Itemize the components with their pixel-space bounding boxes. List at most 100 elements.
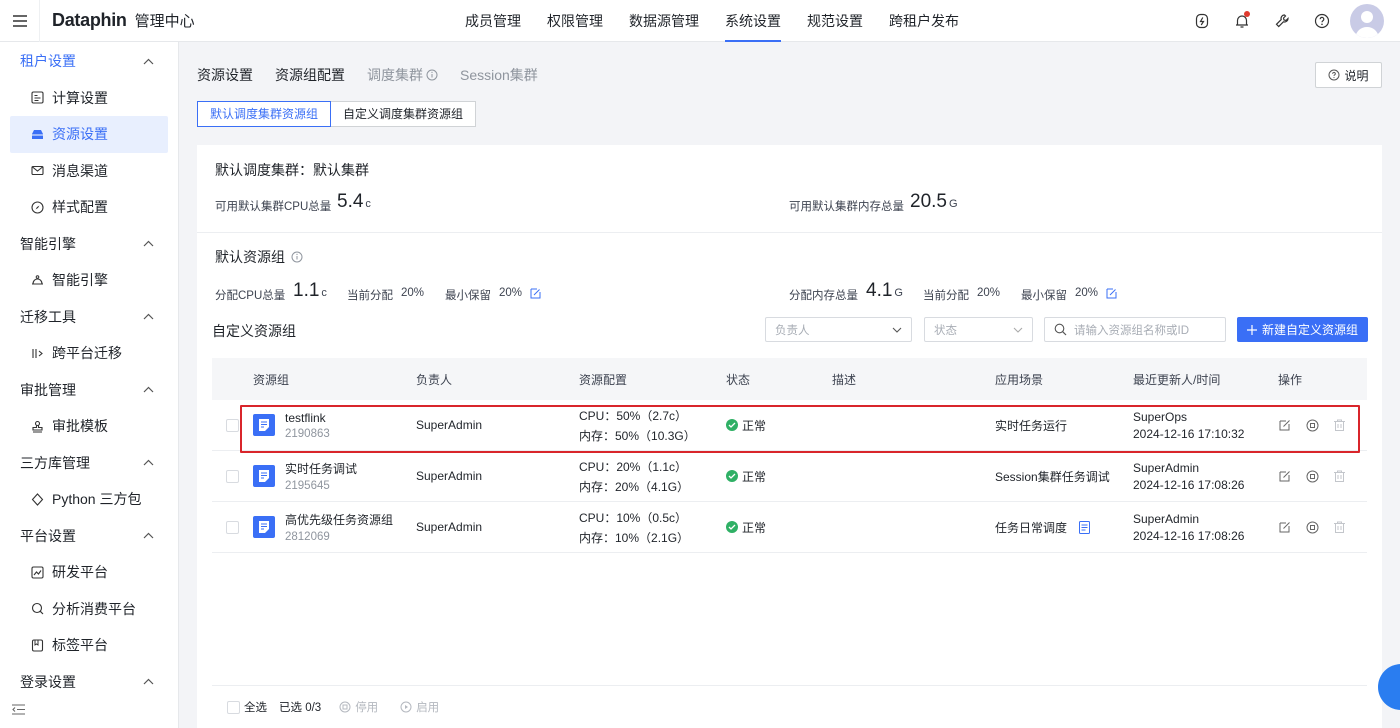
migrate-icon: [30, 346, 44, 360]
sidebar-item-cross-platform[interactable]: 跨平台迁移: [10, 335, 168, 372]
disable-button[interactable]: 停用: [339, 699, 378, 715]
mem-config: 内存：20%（4.1G）: [579, 479, 690, 494]
sidebar-item-style[interactable]: 样式配置: [10, 189, 168, 226]
tab-scheduling-cluster[interactable]: 调度集群: [367, 64, 438, 86]
brand[interactable]: Dataphin 管理中心: [52, 10, 195, 31]
disable-icon: [339, 701, 351, 713]
sidebar-item-analytics-platform[interactable]: 分析消费平台: [10, 591, 168, 628]
sidebar-item-tag-platform[interactable]: 标签平台: [10, 627, 168, 664]
mem-min-reserve-value: 20%: [1075, 287, 1099, 299]
status-filter[interactable]: 状态: [924, 317, 1033, 342]
default-group-title: 默认资源组: [215, 247, 303, 267]
edit-icon[interactable]: [530, 288, 541, 299]
sidebar-group-engine[interactable]: 智能引擎: [0, 226, 178, 263]
engine-icon: [30, 273, 44, 287]
sidebar-group-tenant[interactable]: 租户设置: [0, 43, 178, 80]
enable-button[interactable]: 启用: [400, 699, 439, 715]
document-icon[interactable]: [1079, 520, 1091, 534]
mem-config: 内存：10%（2.1G）: [579, 530, 690, 545]
edit-icon[interactable]: [1106, 288, 1117, 299]
default-cluster-groups-button[interactable]: 默认调度集群资源组: [197, 101, 332, 127]
sidebar-group-label: 审批管理: [20, 381, 76, 398]
sidebar-group-approval[interactable]: 审批管理: [0, 372, 178, 409]
sidebar-item-approval-template[interactable]: 审批模板: [10, 408, 168, 445]
col-status: 状态: [726, 372, 751, 387]
chevron-up-icon: [143, 386, 154, 393]
sidebar-item-dev-platform[interactable]: 研发平台: [10, 554, 168, 591]
search-input[interactable]: 请输入资源组名称或ID: [1044, 317, 1226, 342]
row-checkbox[interactable]: [226, 418, 239, 432]
menu-icon[interactable]: [0, 0, 40, 42]
nav-members[interactable]: 成员管理: [452, 0, 534, 42]
group-id: 2812069: [285, 531, 330, 543]
alloc-mem-unit: G: [894, 287, 903, 299]
col-owner: 负责人: [416, 372, 453, 387]
sidebar-item-compute[interactable]: 计算设置: [10, 80, 168, 117]
stamp-icon: [30, 419, 44, 433]
alloc-mem-number: 4.1: [866, 280, 893, 301]
sidebar-group-label: 三方库管理: [20, 454, 90, 471]
edit-icon[interactable]: [1278, 469, 1292, 483]
table-row[interactable]: 实时任务调试 2195645 SuperAdmin CPU：20%（1.1c） …: [212, 451, 1367, 502]
alloc-mem-value: 4.1 G: [866, 280, 903, 302]
sidebar-item-python[interactable]: Python 三方包: [10, 481, 168, 518]
help-button[interactable]: 说明: [1315, 62, 1382, 88]
row-checkbox[interactable]: [226, 520, 239, 534]
user-avatar[interactable]: [1350, 4, 1384, 38]
tab-session-cluster[interactable]: Session集群: [460, 64, 538, 86]
custom-cluster-groups-button[interactable]: 自定义调度集群资源组: [331, 101, 477, 127]
chart-icon: [30, 565, 44, 579]
sidebar-item-label: 计算设置: [52, 89, 108, 106]
row-checkbox[interactable]: [226, 469, 239, 483]
sidebar-item-smart-engine[interactable]: 智能引擎: [10, 262, 168, 299]
sidebar-item-label: 资源设置: [52, 126, 108, 143]
sidebar-item-resource[interactable]: 资源设置: [10, 116, 168, 153]
status-cell: 正常: [726, 502, 766, 552]
tab-resource-group-config[interactable]: 资源组配置: [275, 64, 345, 86]
sidebar-group-label: 平台设置: [20, 527, 76, 544]
sidebar-group-platform[interactable]: 平台设置: [0, 518, 178, 555]
python-icon: [30, 492, 44, 506]
help-icon[interactable]: [1302, 0, 1342, 42]
group-name[interactable]: 高优先级任务资源组: [285, 511, 393, 528]
table-row[interactable]: 高优先级任务资源组 2812069 SuperAdmin CPU：10%（0.5…: [212, 502, 1367, 553]
status-text: 正常: [742, 469, 767, 484]
edit-icon[interactable]: [1278, 520, 1292, 534]
info-icon[interactable]: [291, 251, 303, 263]
table-footer: 全选 已选 0/3 停用 启用: [212, 685, 1367, 728]
delete-icon[interactable]: [1332, 469, 1346, 483]
disable-icon[interactable]: [1305, 520, 1319, 534]
new-custom-group-button[interactable]: 新建自定义资源组: [1237, 317, 1368, 342]
bell-icon[interactable]: [1222, 0, 1262, 42]
sidebar-item-label: 跨平台迁移: [52, 345, 122, 362]
sidebar-group-login[interactable]: 登录设置: [0, 664, 178, 701]
sidebar-item-label: 消息渠道: [52, 162, 108, 179]
group-name[interactable]: 实时任务调试: [285, 460, 357, 477]
sidebar-group-migration[interactable]: 迁移工具: [0, 299, 178, 336]
disable-icon[interactable]: [1305, 469, 1319, 483]
nav-datasource[interactable]: 数据源管理: [616, 0, 712, 42]
sidebar-item-message[interactable]: 消息渠道: [10, 153, 168, 190]
col-actions: 操作: [1278, 372, 1303, 387]
collapse-sidebar-icon[interactable]: [12, 703, 25, 718]
col-scene: 应用场景: [995, 372, 1044, 387]
nav-permissions[interactable]: 权限管理: [534, 0, 616, 42]
alloc-cpu-value: 1.1 c: [293, 280, 327, 302]
config-cell: CPU：20%（1.1c） 内存：20%（4.1G）: [579, 451, 689, 501]
tab-resource-settings[interactable]: 资源设置: [197, 64, 253, 86]
resource-icon: [30, 127, 44, 141]
nav-standards[interactable]: 规范设置: [794, 0, 876, 42]
owner-filter[interactable]: 负责人: [765, 317, 912, 342]
cpu-number: 5.4: [337, 191, 364, 212]
wrench-icon[interactable]: [1262, 0, 1302, 42]
updater: SuperAdmin: [1133, 511, 1200, 526]
cloud-bolt-icon[interactable]: [1182, 0, 1222, 42]
cluster-type-switch: 默认调度集群资源组 自定义调度集群资源组: [197, 101, 477, 127]
config-cell: CPU：10%（0.5c） 内存：10%（2.1G）: [579, 502, 689, 552]
sidebar: 租户设置 计算设置 资源设置 消息渠道 样式配置 智能引擎 智能引擎 迁移工具 …: [0, 42, 179, 728]
nav-system-settings[interactable]: 系统设置: [712, 0, 794, 42]
nav-cross-tenant[interactable]: 跨租户发布: [876, 0, 972, 42]
delete-icon[interactable]: [1332, 520, 1346, 534]
select-all-checkbox[interactable]: [227, 700, 240, 714]
sidebar-group-libraries[interactable]: 三方库管理: [0, 445, 178, 482]
